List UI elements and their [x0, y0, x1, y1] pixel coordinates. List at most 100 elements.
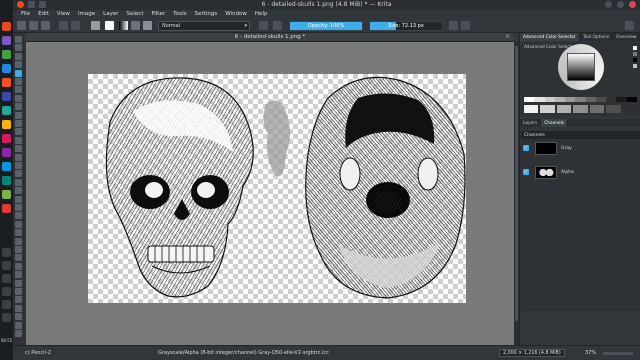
menu-settings[interactable]: Settings — [191, 10, 222, 19]
dock-tray-icon[interactable] — [2, 300, 11, 309]
mirror-horizontal-icon[interactable] — [449, 21, 458, 30]
brush-preset-icon[interactable] — [143, 21, 152, 30]
dock-app-icon[interactable] — [2, 50, 11, 59]
zoom-slider[interactable] — [603, 352, 633, 355]
similar-select-tool-icon[interactable] — [15, 279, 22, 287]
save-icon[interactable] — [41, 21, 50, 30]
opacity-slider[interactable]: Opacity: 100% — [289, 21, 363, 31]
background-color-swatch[interactable] — [105, 21, 114, 30]
channel-gray-checkbox[interactable]: ✓ — [523, 145, 529, 151]
close-icon[interactable] — [629, 1, 636, 8]
new-file-icon[interactable] — [17, 21, 26, 30]
dock-app-icon[interactable] — [2, 176, 11, 185]
menu-image[interactable]: Image — [74, 10, 99, 19]
minimize-icon[interactable] — [605, 1, 612, 8]
channel-row-alpha[interactable]: ✓ Alpha — [521, 165, 640, 181]
pattern-icon[interactable] — [131, 21, 140, 30]
dock-tray-icon[interactable] — [2, 248, 11, 257]
gradient-icon[interactable] — [119, 21, 128, 30]
mirror-vertical-icon[interactable] — [461, 21, 470, 30]
foreground-color-swatch[interactable] — [91, 21, 100, 30]
alpha-lock-icon[interactable] — [273, 21, 282, 30]
move-tool-icon[interactable] — [15, 162, 22, 169]
contiguous-select-tool-icon[interactable] — [15, 271, 22, 279]
polyline-tool-icon[interactable] — [15, 111, 22, 119]
fill-tool-icon[interactable] — [15, 187, 22, 195]
history-swatch[interactable] — [633, 46, 637, 50]
freehand-select-tool-icon[interactable] — [15, 262, 22, 270]
freehand-path-tool-icon[interactable] — [15, 128, 22, 136]
dock-tray-icon[interactable] — [2, 261, 11, 270]
dock-app-icon[interactable] — [2, 22, 11, 31]
dock-app-icon[interactable] — [2, 36, 11, 45]
smart-patch-tool-icon[interactable] — [15, 204, 22, 211]
crop-tool-icon[interactable] — [15, 170, 22, 178]
current-brush-label[interactable]: c) Pencil-2 — [25, 350, 51, 356]
open-file-icon[interactable] — [29, 21, 38, 30]
reference-images-tool-icon[interactable] — [15, 229, 22, 237]
menu-window[interactable]: Window — [221, 10, 251, 19]
multibrush-tool-icon[interactable] — [15, 145, 22, 153]
redo-icon[interactable] — [71, 21, 80, 30]
history-swatch[interactable] — [633, 52, 637, 56]
dock-app-icon[interactable] — [2, 64, 11, 73]
magnetic-select-tool-icon[interactable] — [15, 296, 22, 304]
dock-app-icon[interactable] — [2, 162, 11, 171]
dock-app-icon[interactable] — [2, 134, 11, 143]
zoom-level[interactable]: 37% — [585, 350, 596, 356]
assistant-tool-icon[interactable] — [15, 212, 22, 220]
dock-tray-icon[interactable] — [2, 313, 11, 322]
dock-tray-icon[interactable] — [2, 274, 11, 283]
palette-row[interactable] — [524, 105, 637, 113]
dock-tray-icon[interactable] — [2, 287, 11, 296]
background-color-icon-icon[interactable] — [15, 330, 22, 337]
shade-selector-row[interactable] — [524, 97, 637, 102]
edit-shapes-tool-icon[interactable] — [15, 52, 22, 60]
polygon-select-tool-icon[interactable] — [15, 254, 22, 262]
menu-tools[interactable]: Tools — [169, 10, 191, 19]
ellipse-tool-icon[interactable] — [15, 94, 22, 102]
rectangle-tool-icon[interactable] — [15, 86, 22, 94]
dock-app-icon[interactable] — [2, 78, 11, 87]
freehand-brush-tool-icon[interactable] — [15, 69, 22, 77]
menu-select[interactable]: Select — [123, 10, 148, 19]
menu-layer[interactable]: Layer — [99, 10, 122, 19]
menu-filter[interactable]: Filter — [147, 10, 169, 19]
undo-icon[interactable] — [59, 21, 68, 30]
document-tab[interactable]: 6 - detailed-skulls 1.png * × — [26, 33, 514, 42]
maximize-icon[interactable] — [617, 1, 624, 8]
select-shapes-tool-icon[interactable] — [15, 36, 22, 43]
menu-view[interactable]: View — [53, 10, 74, 19]
pan-tool-icon[interactable] — [15, 313, 22, 321]
foreground-color-icon-icon[interactable] — [15, 321, 22, 329]
tab-layers[interactable]: Layers — [520, 119, 542, 127]
dock-app-icon[interactable] — [2, 92, 11, 101]
dock-app-icon[interactable] — [2, 148, 11, 157]
history-swatch[interactable] — [633, 58, 637, 62]
tab-overview[interactable]: Overview — [613, 33, 640, 41]
dynamic-brush-tool-icon[interactable] — [15, 136, 22, 144]
close-tab-icon[interactable]: × — [505, 33, 510, 40]
ellipse-select-tool-icon[interactable] — [15, 246, 22, 253]
menu-file[interactable]: File — [17, 10, 34, 19]
line-tool-icon[interactable] — [15, 78, 22, 85]
reload-preset-icon[interactable] — [259, 21, 268, 30]
advanced-color-selector[interactable]: Advanced Color Selector — [521, 42, 640, 116]
channel-row-gray[interactable]: ✓ Gray — [521, 141, 640, 157]
size-slider[interactable]: Size: 72.13 px — [369, 21, 443, 31]
workspace-icon[interactable] — [625, 21, 634, 30]
tab-channels[interactable]: Channels — [541, 119, 569, 127]
menu-edit[interactable]: Edit — [34, 10, 53, 19]
blend-mode-select[interactable]: Normal ▾ — [158, 21, 250, 31]
history-swatch[interactable] — [633, 64, 637, 68]
dock-app-icon[interactable] — [2, 204, 11, 213]
channel-alpha-checkbox[interactable]: ✓ — [523, 169, 529, 175]
dock-app-icon[interactable] — [2, 190, 11, 199]
menu-help[interactable]: Help — [251, 10, 272, 19]
document-image[interactable] — [88, 74, 466, 303]
saturation-value-square[interactable] — [567, 53, 595, 81]
tab-advanced-color-selector[interactable]: Advanced Color Selector — [520, 33, 580, 41]
gradient-tool-icon[interactable] — [15, 178, 22, 186]
zoom-tool-icon[interactable] — [15, 304, 22, 312]
color-picker-tool-icon[interactable] — [15, 195, 22, 203]
